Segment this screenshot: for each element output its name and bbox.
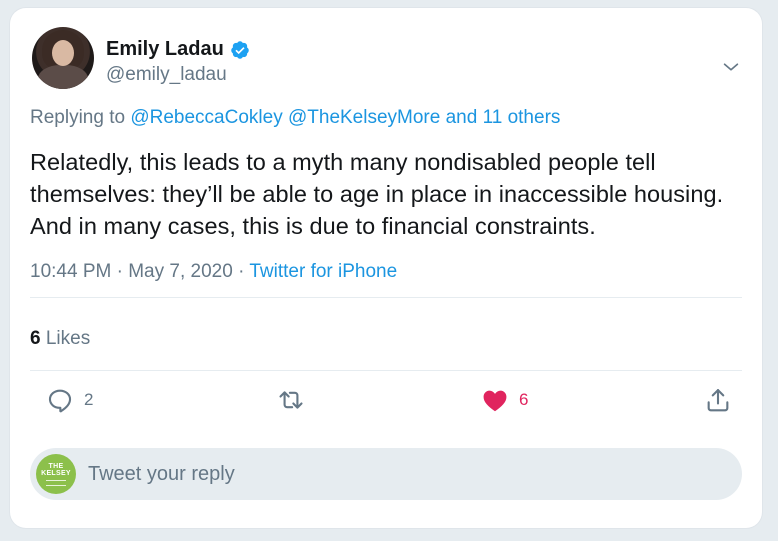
likes-stat[interactable]: 6 Likes (30, 328, 90, 350)
reply-count: 2 (84, 390, 94, 409)
like-button[interactable]: 6 (481, 386, 528, 414)
tweet-date[interactable]: May 7, 2020 (128, 261, 233, 282)
replying-to-prefix: Replying to (30, 107, 126, 128)
mention-link[interactable]: @RebeccaCokley (130, 107, 282, 128)
like-count: 6 (519, 390, 529, 409)
verified-badge-icon (231, 40, 249, 59)
meta-separator: · (116, 261, 123, 282)
reply-bubble-icon (48, 389, 72, 413)
avatar-logo-text: KELSEY (41, 469, 71, 477)
tweet-card: Emily Ladau @emily_ladau Replying to @Re… (10, 8, 762, 528)
author-avatar[interactable] (32, 27, 94, 89)
reply-button[interactable]: 2 (46, 386, 93, 414)
retweet-button[interactable] (277, 386, 315, 414)
likes-count: 6 (30, 328, 41, 349)
divider (30, 370, 742, 371)
author-name[interactable]: Emily Ladau (106, 38, 224, 61)
tweet-meta: 10:44 PM · May 7, 2020 · Twitter for iPh… (30, 261, 397, 283)
current-user-avatar: THE KELSEY (36, 454, 76, 494)
tweet-source-link[interactable]: Twitter for iPhone (249, 261, 397, 282)
mention-link[interactable]: @TheKelseyMore (288, 107, 440, 128)
replying-to-line: Replying to @RebeccaCokley @TheKelseyMor… (30, 107, 560, 129)
meta-separator: · (238, 261, 245, 282)
share-button[interactable] (704, 386, 732, 414)
chevron-down-icon[interactable] (720, 56, 742, 78)
reply-input-placeholder[interactable]: Tweet your reply (88, 463, 235, 486)
heart-icon (483, 390, 507, 412)
tweet-text: Relatedly, this leads to a myth many non… (30, 149, 724, 239)
retweet-icon (279, 391, 303, 409)
likes-label: Likes (45, 328, 91, 349)
share-icon (707, 389, 729, 412)
avatar-logo-lines (46, 479, 66, 486)
others-link[interactable]: and 11 others (446, 107, 561, 128)
author-handle[interactable]: @emily_ladau (106, 64, 227, 86)
action-bar: 2 6 (30, 386, 742, 422)
author-name-row: Emily Ladau (106, 38, 250, 61)
avatar-logo-text: THE (48, 462, 64, 470)
tweet-time[interactable]: 10:44 PM (30, 261, 111, 282)
divider (30, 297, 742, 298)
reply-composer[interactable]: THE KELSEY Tweet your reply (30, 448, 742, 500)
